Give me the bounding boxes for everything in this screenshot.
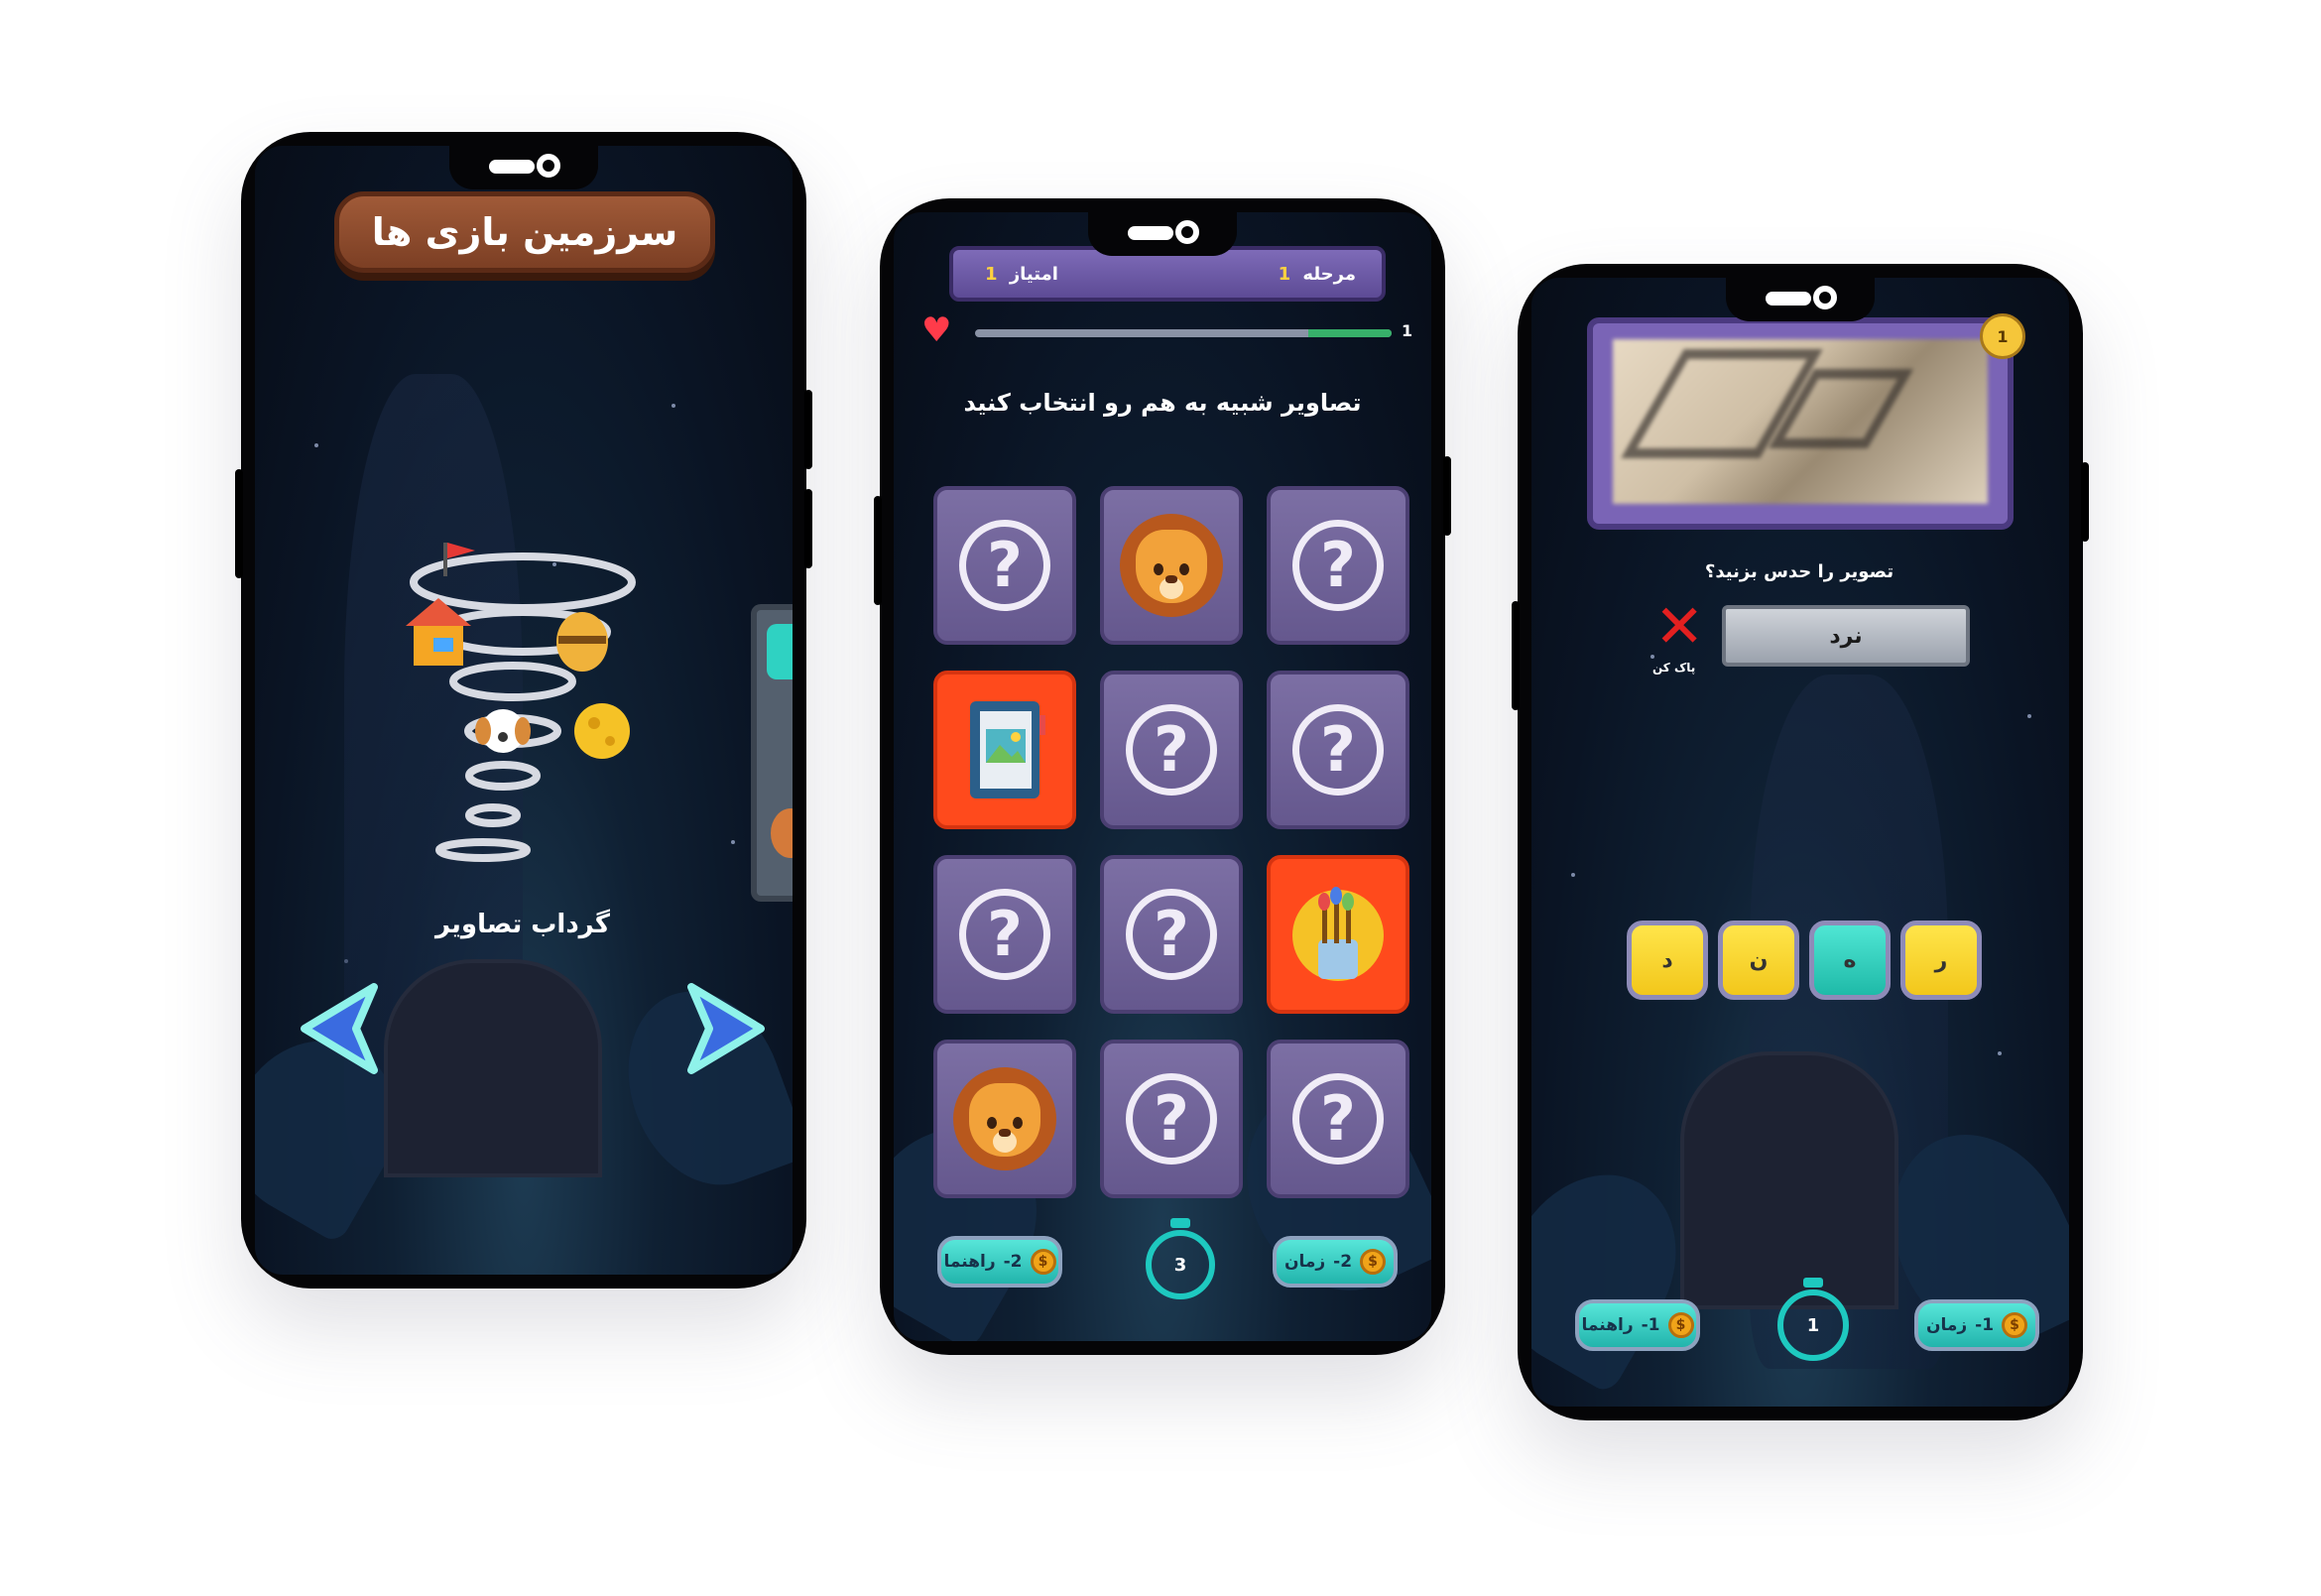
clear-icon[interactable]: ✕ — [1654, 597, 1704, 657]
game-select-screen: سرزمین بازی ها گرداب تصاویر — [255, 146, 793, 1275]
memory-card-hidden[interactable]: ? — [1100, 671, 1243, 829]
lion-icon — [1120, 514, 1223, 617]
question-mark-icon: ? — [959, 520, 1050, 611]
clear-label[interactable]: پاک کن — [1652, 661, 1695, 675]
memory-card-album[interactable] — [933, 671, 1076, 829]
level-badge: 1 — [1980, 313, 2025, 359]
memory-card-hidden[interactable]: ? — [1267, 486, 1409, 645]
moon-icon — [574, 703, 630, 759]
title-banner: سرزمین بازی ها — [334, 191, 715, 273]
next-game-card-peek[interactable] — [751, 604, 793, 902]
memory-card-brushes[interactable] — [1267, 855, 1409, 1014]
notch — [449, 146, 598, 189]
letter-tile[interactable]: د — [1627, 921, 1708, 1000]
memory-card-hidden[interactable]: ? — [1100, 1040, 1243, 1198]
progress-bar — [975, 329, 1392, 337]
question-mark-icon: ? — [1126, 889, 1217, 980]
stage: مرحله 1 — [1278, 263, 1356, 285]
lion-icon — [953, 1067, 1056, 1170]
letter-tile[interactable]: ن — [1718, 921, 1799, 1000]
timer: 3 — [1146, 1230, 1215, 1299]
hint-button[interactable]: راهنما -2 $ — [937, 1236, 1062, 1288]
notch — [1088, 212, 1237, 256]
memory-card-hidden[interactable]: ? — [933, 486, 1076, 645]
phone-2: 1 امتیاز مرحله 1 ♥ 1 تصاویر شبیه به هم ر… — [874, 198, 1451, 1355]
next-arrow-button[interactable] — [681, 979, 771, 1078]
memory-card-hidden[interactable]: ? — [1100, 855, 1243, 1014]
coin-icon: $ — [2002, 1312, 2028, 1338]
photo-album-icon — [970, 701, 1045, 798]
score: 1 امتیاز — [985, 263, 1058, 285]
answer-field[interactable]: نرد — [1722, 605, 1970, 667]
game-name: گرداب تصاویر — [435, 910, 610, 939]
phone-1: سرزمین بازی ها گرداب تصاویر — [235, 132, 812, 1289]
prev-arrow-button[interactable] — [295, 979, 384, 1078]
heart-icon: ♥ — [921, 310, 952, 350]
jar-icon — [556, 612, 608, 672]
time-button[interactable]: زمان -1 $ — [1914, 1299, 2039, 1351]
memory-card-hidden[interactable]: ? — [1267, 1040, 1409, 1198]
instruction-text: تصاویر شبیه به هم رو انتخاب کنید — [963, 389, 1362, 417]
memory-card-hidden[interactable]: ? — [933, 855, 1076, 1014]
memory-game-screen: 1 امتیاز مرحله 1 ♥ 1 تصاویر شبیه به هم ر… — [894, 212, 1431, 1341]
question-mark-icon: ? — [1126, 1073, 1217, 1165]
phone-3: 1 تصویر را حدس بزنید؟ ✕ پاک کن نرد د ن ه… — [1512, 264, 2089, 1420]
hint-button[interactable]: راهنما -1 $ — [1575, 1299, 1700, 1351]
page-title: سرزمین بازی ها — [371, 210, 678, 254]
time-button[interactable]: زمان -2 $ — [1273, 1236, 1398, 1288]
question-mark-icon: ? — [1292, 1073, 1384, 1165]
timer: 1 — [1777, 1289, 1849, 1361]
question-mark-icon: ? — [959, 889, 1050, 980]
coin-icon: $ — [1360, 1249, 1387, 1275]
memory-card-hidden[interactable]: ? — [1267, 671, 1409, 829]
question-mark-icon: ? — [1292, 520, 1384, 611]
coin-icon: $ — [1030, 1249, 1056, 1275]
tree-door — [384, 959, 602, 1177]
coin-icon: $ — [1667, 1312, 1694, 1338]
blurred-picture — [1613, 339, 1988, 504]
paint-brushes-icon — [1292, 887, 1384, 981]
puzzle-picture-frame — [1587, 317, 2014, 530]
house-icon — [406, 598, 471, 666]
lives-count: 1 — [1402, 321, 1413, 340]
tornado-illustration[interactable] — [404, 543, 642, 880]
memory-card-lion[interactable] — [933, 1040, 1076, 1198]
progress-fill — [1308, 329, 1392, 337]
notch — [1726, 278, 1875, 321]
question-mark-icon: ? — [1292, 704, 1384, 796]
question-text: تصویر را حدس بزنید؟ — [1704, 561, 1894, 582]
tree-door — [1680, 1051, 1898, 1309]
letter-tile[interactable]: ه — [1809, 921, 1891, 1000]
guess-picture-screen: 1 تصویر را حدس بزنید؟ ✕ پاک کن نرد د ن ه… — [1531, 278, 2069, 1407]
memory-card-lion[interactable] — [1100, 486, 1243, 645]
letter-tile[interactable]: ر — [1900, 921, 1982, 1000]
question-mark-icon: ? — [1126, 704, 1217, 796]
